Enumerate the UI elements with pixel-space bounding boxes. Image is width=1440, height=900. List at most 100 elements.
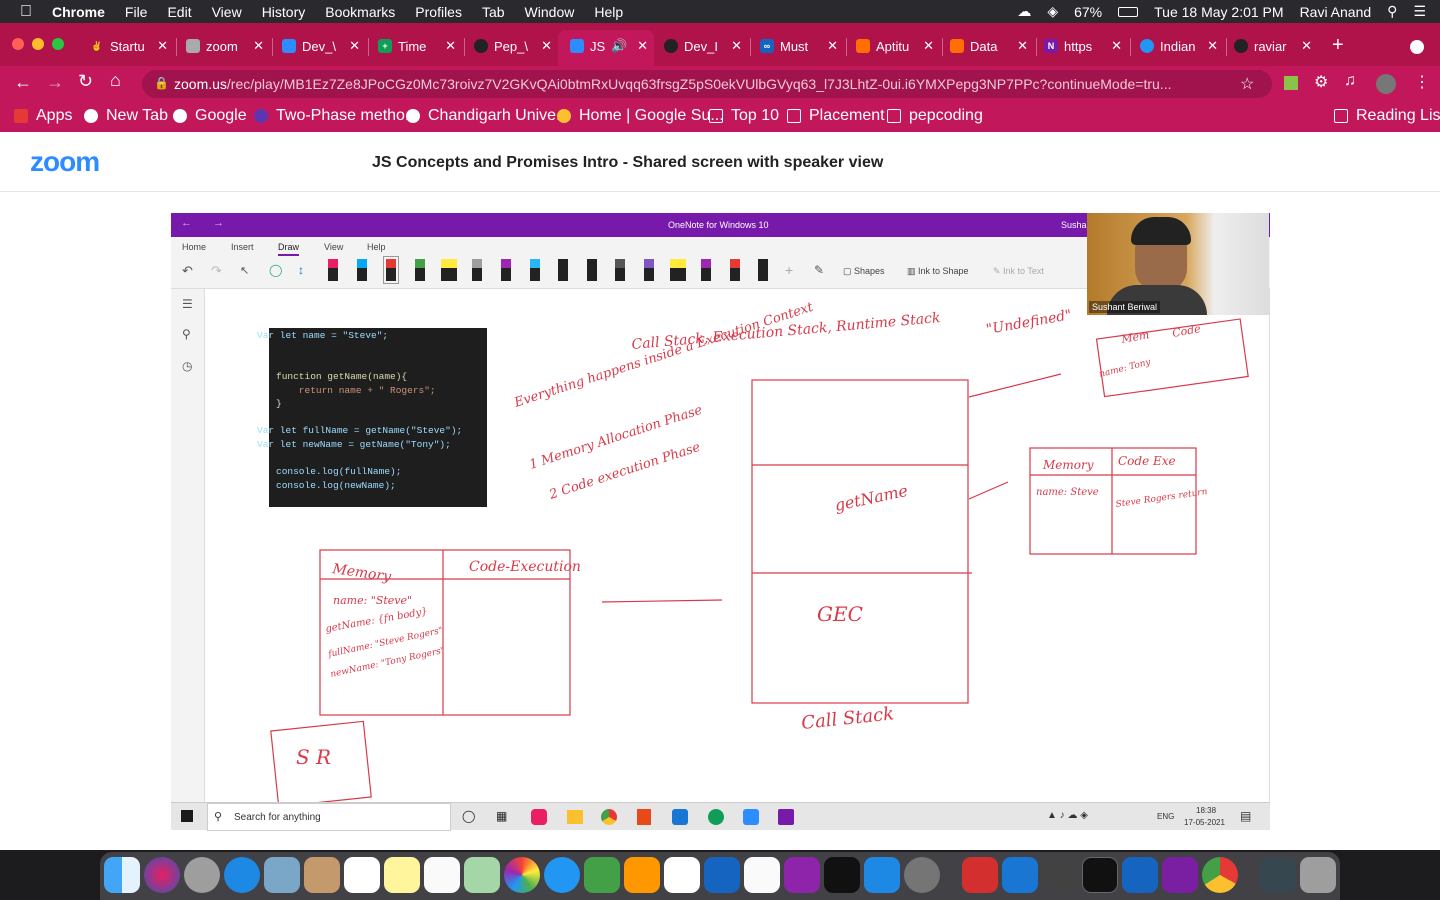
close-icon[interactable]: ✕ xyxy=(1017,38,1028,54)
close-icon[interactable]: ✕ xyxy=(1111,38,1122,54)
close-icon[interactable]: ✕ xyxy=(157,38,168,54)
keynote-icon[interactable] xyxy=(704,857,740,893)
highlighter-yellow[interactable] xyxy=(441,259,457,281)
contacts-icon[interactable] xyxy=(304,857,340,893)
tab-indian[interactable]: Indian ✕ xyxy=(1140,30,1220,62)
bookmark-star-icon[interactable]: ☆ xyxy=(1240,74,1254,94)
close-icon[interactable]: ✕ xyxy=(1207,38,1218,54)
bookmark-apps[interactable]: Apps xyxy=(14,106,72,126)
reload-icon[interactable]: ↻ xyxy=(78,71,93,92)
chrome-icon[interactable] xyxy=(1202,857,1238,893)
ink-to-shape-button[interactable]: ▥ Ink to Shape xyxy=(907,266,969,277)
sublime-icon[interactable] xyxy=(1042,857,1078,893)
pen-purple[interactable] xyxy=(501,259,511,281)
acrobat-icon[interactable] xyxy=(962,857,998,893)
appstore-icon[interactable] xyxy=(864,857,900,893)
pen-black-pink[interactable] xyxy=(328,259,338,281)
bookmark-chandigarh[interactable]: Chandigarh Unive... xyxy=(406,106,569,126)
cortana-icon[interactable]: ◯ xyxy=(462,809,475,823)
close-icon[interactable]: ✕ xyxy=(541,38,552,54)
clock[interactable]: Tue 18 May 2:01 PM xyxy=(1154,4,1283,20)
notes-icon[interactable] xyxy=(384,857,420,893)
close-icon[interactable]: ✕ xyxy=(1301,38,1312,54)
tab-pep[interactable]: Pep_\ ✕ xyxy=(474,30,554,62)
pen-blue[interactable] xyxy=(530,259,540,281)
wifi-icon[interactable]: ◈ xyxy=(1047,3,1058,20)
task-view-icon[interactable]: ▦ xyxy=(496,809,507,823)
menu-chrome[interactable]: Chrome xyxy=(52,4,105,20)
windows-search-box[interactable]: ⚲ Search for anything xyxy=(207,803,451,831)
add-space-icon[interactable]: ↕ xyxy=(298,263,304,277)
appletv-icon[interactable] xyxy=(824,857,860,893)
bookmark-two-phase[interactable]: Two-Phase metho... xyxy=(254,106,418,126)
pen-black-3[interactable] xyxy=(758,259,768,281)
pen-red-2[interactable] xyxy=(730,259,740,281)
forward-icon[interactable]: → xyxy=(46,72,64,93)
menu-bookmarks[interactable]: Bookmarks xyxy=(325,4,395,20)
address-bar[interactable]: 🔒 zoom.us/rec/play/MB1Ez7Ze8JPoCGz0Mc73r… xyxy=(142,70,1272,98)
file-explorer-icon[interactable] xyxy=(567,810,583,824)
puzzle-icon[interactable]: ⚙ xyxy=(1314,72,1328,92)
menu-tab[interactable]: Tab xyxy=(482,4,505,20)
taskbar-time[interactable]: 18:38 xyxy=(1196,806,1216,815)
user-name[interactable]: Ravi Anand xyxy=(1300,4,1372,20)
ink-to-text-button[interactable]: ✎ Ink to Text xyxy=(993,266,1044,277)
tab-zoom[interactable]: zoom ✕ xyxy=(186,30,266,62)
cloud-icon[interactable]: ☁ xyxy=(1017,3,1031,20)
edge-app-icon[interactable] xyxy=(708,809,724,825)
safari-icon[interactable] xyxy=(224,857,260,893)
ribbon-tab-home[interactable]: Home xyxy=(182,242,206,252)
menu-help[interactable]: Help xyxy=(594,4,623,20)
battery-percent[interactable]: 67% xyxy=(1074,4,1102,20)
tab-dev[interactable]: Dev_\ ✕ xyxy=(282,30,362,62)
tab-time[interactable]: + Time ✕ xyxy=(378,30,458,62)
menu-history[interactable]: History xyxy=(262,4,306,20)
tab-dev-i[interactable]: Dev_I ✕ xyxy=(664,30,744,62)
podcasts-icon[interactable] xyxy=(784,857,820,893)
pen-green[interactable] xyxy=(415,259,425,281)
ribbon-tab-view[interactable]: View xyxy=(324,242,343,252)
lock-icon[interactable]: 🔒 xyxy=(154,76,169,90)
system-preferences-icon[interactable] xyxy=(904,857,940,893)
zoom-logo[interactable]: zoom xyxy=(30,146,100,178)
calendar-icon[interactable] xyxy=(344,857,380,893)
control-center-icon[interactable]: ☰ xyxy=(1413,3,1426,20)
launchpad-icon[interactable] xyxy=(184,857,220,893)
reading-list-button[interactable]: Reading List xyxy=(1334,106,1440,126)
bookmark-placement[interactable]: Placement xyxy=(787,106,885,126)
tab-data[interactable]: Data ✕ xyxy=(950,30,1030,62)
bookmark-google[interactable]: Google xyxy=(173,106,247,126)
select-icon[interactable]: ↖ xyxy=(240,264,249,277)
tab-https[interactable]: Nhttps ✕ xyxy=(1044,30,1124,62)
on-forward-icon[interactable]: → xyxy=(213,217,224,229)
battery-icon[interactable] xyxy=(1118,6,1139,17)
pen-galaxy[interactable] xyxy=(615,259,625,281)
bookmark-new-tab[interactable]: New Tab xyxy=(84,106,168,126)
pen-grey[interactable] xyxy=(472,259,482,281)
spotlight-icon[interactable]: ⚲ xyxy=(1387,3,1397,20)
messages-icon[interactable] xyxy=(544,857,580,893)
windows-start-icon[interactable] xyxy=(181,810,193,822)
close-icon[interactable]: ✕ xyxy=(253,38,264,54)
home-icon[interactable]: ⌂ xyxy=(110,70,121,91)
menu-window[interactable]: Window xyxy=(525,4,575,20)
shapes-button[interactable]: ▢ Shapes xyxy=(843,266,885,277)
apple-icon[interactable]:  xyxy=(20,3,32,21)
facetime-icon[interactable] xyxy=(584,857,620,893)
menu-edit[interactable]: Edit xyxy=(167,4,191,20)
word-icon[interactable] xyxy=(1122,857,1158,893)
menu-file[interactable]: File xyxy=(125,4,148,20)
numbers-icon[interactable] xyxy=(664,857,700,893)
ruler-icon[interactable]: ✎ xyxy=(814,263,824,277)
close-icon[interactable]: ✕ xyxy=(827,38,838,54)
pen-red-selected[interactable] xyxy=(383,256,399,284)
downloads-stack-icon[interactable] xyxy=(1260,857,1296,893)
terminal-icon[interactable] xyxy=(1082,857,1118,893)
siri-icon[interactable] xyxy=(144,857,180,893)
mail-stamp-icon[interactable] xyxy=(264,857,300,893)
bookmark-top10[interactable]: Top 10 xyxy=(709,106,779,126)
ribbon-tab-draw[interactable]: Draw xyxy=(278,242,300,256)
tab-aptitude[interactable]: Aptitu ✕ xyxy=(856,30,936,62)
menu-view[interactable]: View xyxy=(212,4,242,20)
bookmark-pepcoding[interactable]: pepcoding xyxy=(887,106,983,126)
